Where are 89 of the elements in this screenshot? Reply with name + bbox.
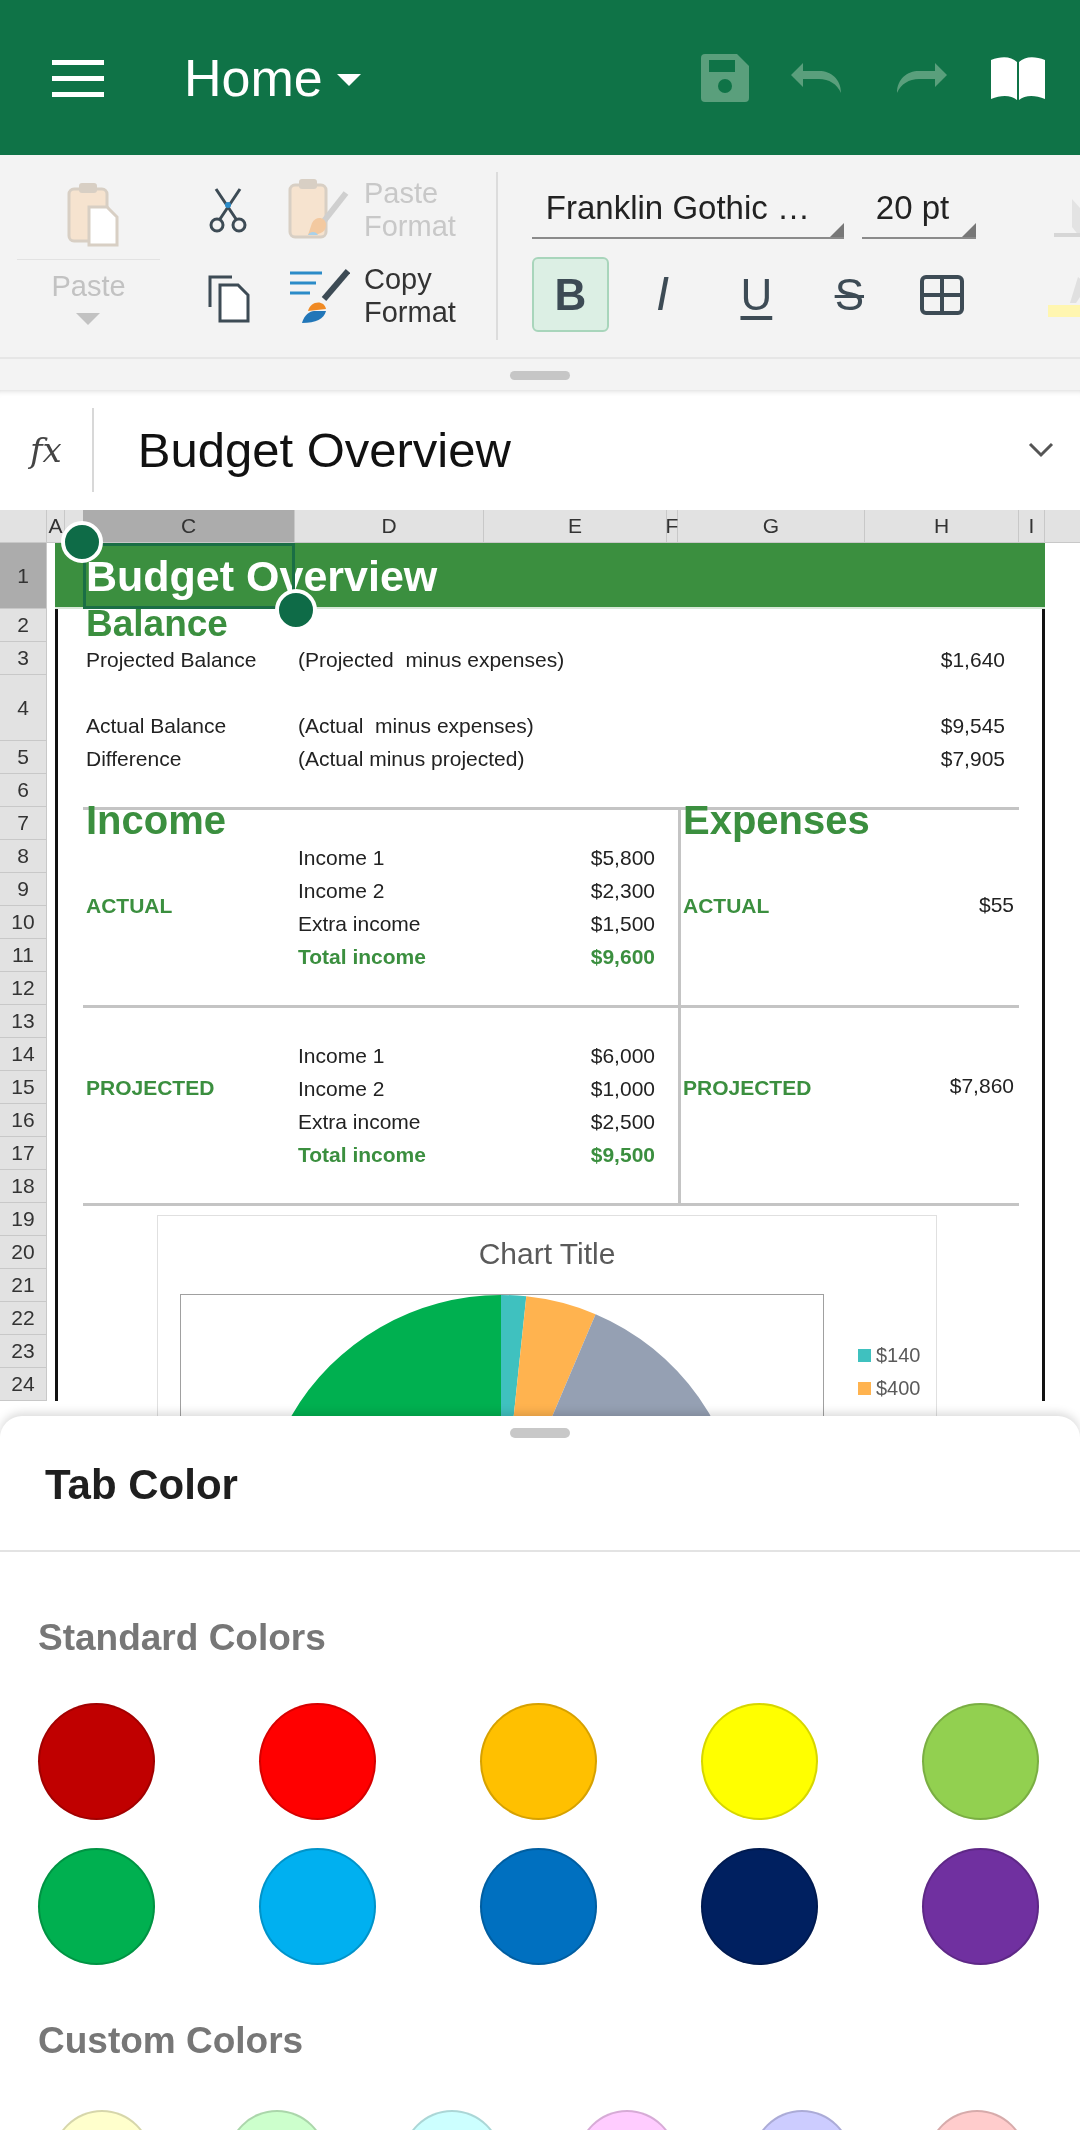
italic-button[interactable]: I bbox=[624, 257, 702, 332]
cell-text: $2,300 bbox=[589, 879, 656, 904]
copy-icon[interactable] bbox=[206, 273, 250, 323]
row-header[interactable]: 6 bbox=[0, 774, 47, 807]
font-dropdown[interactable]: Franklin Gothic … bbox=[531, 189, 844, 239]
cell-text: Extra income bbox=[297, 912, 422, 937]
cell-text: Income 1 bbox=[297, 1044, 386, 1069]
row-header[interactable]: 5 bbox=[0, 741, 47, 774]
row-header[interactable]: 19 bbox=[0, 1203, 47, 1236]
row-header[interactable]: 16 bbox=[0, 1104, 47, 1137]
bold-button[interactable]: B bbox=[531, 257, 609, 332]
row-header[interactable]: 8 bbox=[0, 840, 47, 873]
paintbrush-icon bbox=[288, 267, 350, 325]
function-label: fx bbox=[30, 430, 62, 470]
cell-text: Extra income bbox=[297, 1110, 422, 1135]
cell-text: Budget Overview bbox=[85, 551, 438, 601]
cell-text: Difference bbox=[85, 747, 183, 772]
drag-handle[interactable] bbox=[510, 1428, 570, 1438]
cell-text: Actual Balance bbox=[85, 714, 228, 739]
cell-text: $2,500 bbox=[589, 1110, 656, 1135]
cell-text: Income bbox=[85, 800, 227, 840]
cell-text: $1,640 bbox=[939, 648, 1006, 673]
row-header[interactable]: 3 bbox=[0, 642, 47, 675]
row-header[interactable]: 7 bbox=[0, 807, 47, 840]
cell-text: PROJECTED bbox=[85, 1075, 215, 1100]
row-header[interactable]: 9 bbox=[0, 873, 47, 906]
expand-icon[interactable] bbox=[1028, 442, 1054, 458]
cell-text: $9,500 bbox=[589, 1143, 656, 1168]
row-header[interactable]: 21 bbox=[0, 1269, 47, 1302]
row-header[interactable]: 18 bbox=[0, 1170, 47, 1203]
row-header[interactable]: 20 bbox=[0, 1236, 47, 1269]
cell-text: $5,800 bbox=[589, 846, 656, 871]
row-header[interactable]: 12 bbox=[0, 972, 47, 1005]
cell-text: (Actual minus projected) bbox=[297, 747, 526, 772]
chart-title: Chart Title bbox=[477, 1236, 617, 1272]
cell-text: $9,600 bbox=[589, 945, 656, 970]
open-book-icon[interactable] bbox=[989, 55, 1047, 100]
cell-text: Income 2 bbox=[297, 879, 386, 904]
font-size-dropdown[interactable]: 20 pt bbox=[861, 189, 976, 239]
row-header[interactable]: 13 bbox=[0, 1005, 47, 1038]
row-header[interactable]: 10 bbox=[0, 906, 47, 939]
cell-text: $55 bbox=[977, 892, 1015, 918]
home-menu-button[interactable]: Home bbox=[184, 47, 361, 108]
cell-text: $7,905 bbox=[939, 747, 1006, 772]
cell-text: PROJECTED bbox=[682, 1075, 812, 1100]
row-header[interactable]: 17 bbox=[0, 1137, 47, 1170]
cell-text: Income 1 bbox=[297, 846, 386, 871]
caret-icon bbox=[336, 73, 361, 86]
underline-button[interactable]: U bbox=[717, 257, 795, 332]
collapse-handle[interactable] bbox=[510, 371, 570, 380]
cell-text: ACTUAL bbox=[682, 894, 770, 918]
row-header[interactable]: 2 bbox=[0, 609, 47, 642]
cell-text: Projected Balance bbox=[85, 648, 258, 673]
caret-icon bbox=[76, 313, 101, 325]
row-header[interactable]: 14 bbox=[0, 1038, 47, 1071]
menu-icon[interactable] bbox=[52, 57, 104, 98]
formula-field[interactable]: Budget Overview bbox=[137, 422, 1028, 478]
cell-text: $9,545 bbox=[939, 714, 1006, 739]
cell-text: Income 2 bbox=[297, 1077, 386, 1102]
row-header[interactable]: 1 bbox=[0, 543, 47, 609]
cell-text: Total income bbox=[297, 1143, 427, 1168]
borders-icon bbox=[920, 274, 965, 315]
highlight-icon[interactable] bbox=[1048, 277, 1080, 317]
cell-text: $6,000 bbox=[589, 1044, 656, 1069]
strikethrough-button[interactable]: S bbox=[810, 257, 888, 332]
section-heading: Custom Colors bbox=[37, 2019, 305, 2061]
cell-text: (Actual minus expenses) bbox=[297, 714, 535, 739]
cell-text: $7,860 bbox=[948, 1074, 1015, 1099]
sheet-title: Tab Color bbox=[44, 1460, 239, 1510]
column-header[interactable]: C bbox=[83, 510, 295, 543]
cell-text: Total income bbox=[297, 945, 427, 970]
cell-text: Balance bbox=[85, 605, 228, 642]
scissors-icon[interactable] bbox=[208, 187, 248, 233]
section-heading: Standard Colors bbox=[37, 1616, 327, 1658]
row-header[interactable]: 11 bbox=[0, 939, 47, 972]
cell-text: $1,000 bbox=[589, 1077, 656, 1102]
cell-text: (Projected minus expenses) bbox=[297, 648, 566, 673]
row-header[interactable]: 22 bbox=[0, 1302, 47, 1335]
row-header[interactable]: 23 bbox=[0, 1335, 47, 1368]
cell-text: Expenses bbox=[682, 800, 870, 840]
copy-format-button[interactable]: Copy Format bbox=[288, 263, 456, 329]
row-header[interactable]: 15 bbox=[0, 1071, 47, 1104]
legend-label: $140 bbox=[876, 1344, 921, 1367]
row-header[interactable]: 4 bbox=[0, 675, 47, 741]
cell-text: ACTUAL bbox=[85, 894, 173, 918]
select-all-corner[interactable] bbox=[0, 510, 47, 543]
legend-label: $400 bbox=[876, 1377, 921, 1400]
cell-text: $1,500 bbox=[589, 912, 656, 937]
row-header[interactable]: 24 bbox=[0, 1368, 47, 1401]
